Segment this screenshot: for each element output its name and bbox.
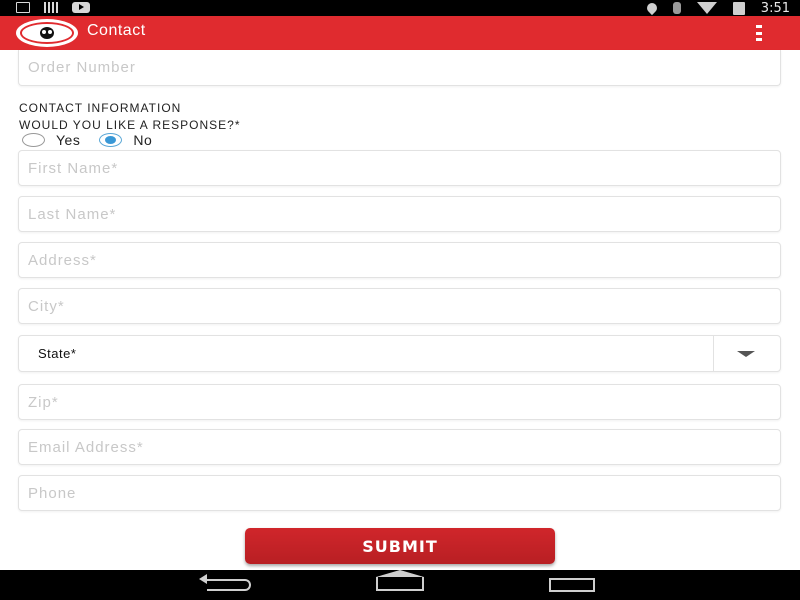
radio-no[interactable] [99,133,123,147]
status-time: 3:51 [760,0,790,16]
select-divider [713,336,714,371]
navigation-bar [0,570,800,600]
chevron-down-icon[interactable] [737,351,755,357]
address-input[interactable] [19,243,780,277]
contact-info-heading: CONTACT INFORMATION [19,101,182,115]
panda-icon [40,27,54,39]
signal-bars-icon [44,2,58,13]
first-name-input[interactable] [19,151,780,185]
first-name-field[interactable] [18,150,781,186]
address-field[interactable] [18,242,781,278]
battery-icon [732,1,745,15]
play-icon [72,2,90,13]
zip-input[interactable] [19,385,780,419]
download-icon [16,2,30,13]
recent-apps-icon[interactable] [549,578,595,592]
email-input[interactable] [19,430,780,464]
phone-field[interactable] [18,475,781,511]
response-question: WOULD YOU LIKE A RESPONSE?* [19,118,241,132]
status-bar: 3:51 [0,0,800,16]
page-title: Contact [87,22,146,39]
zip-field[interactable] [18,384,781,420]
back-icon[interactable] [199,574,251,591]
city-field[interactable] [18,288,781,324]
home-icon[interactable] [376,570,424,591]
last-name-field[interactable] [18,196,781,232]
radio-no-label[interactable]: No [133,132,152,148]
panda-express-logo[interactable] [16,19,78,47]
response-radio-group: Yes No [22,132,171,148]
wifi-icon [696,2,717,14]
order-number-field[interactable] [18,50,781,86]
email-field[interactable] [18,429,781,465]
last-name-input[interactable] [19,197,780,231]
submit-button[interactable]: SUBMIT [245,528,555,564]
location-icon [644,0,659,16]
city-input[interactable] [19,289,780,323]
radio-yes[interactable] [22,133,45,147]
bluetooth-icon [672,2,681,14]
order-number-input[interactable] [19,50,780,85]
radio-yes-label[interactable]: Yes [56,132,80,148]
state-select-value: State* [38,346,77,361]
app-bar: Contact [0,16,800,50]
state-select[interactable]: State* [18,335,781,372]
overflow-menu-icon[interactable] [756,25,762,41]
phone-input[interactable] [19,476,780,510]
